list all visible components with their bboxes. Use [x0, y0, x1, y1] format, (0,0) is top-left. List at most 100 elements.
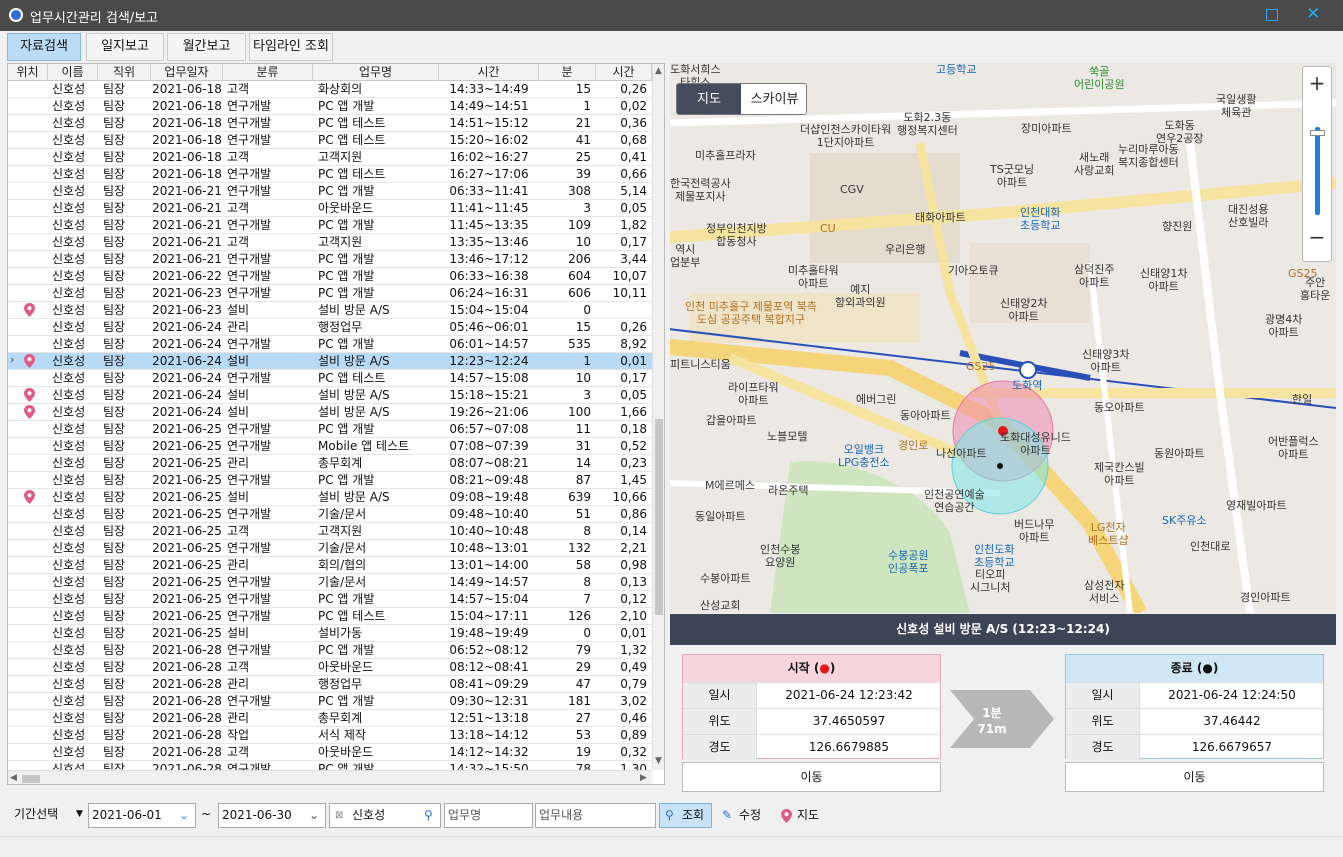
task-name-input[interactable]: 업무명: [444, 803, 533, 828]
table-row[interactable]: 신호성 팀장 2021-06-25 관리 총무회계 08:07~08:21 14 0,23: [8, 455, 652, 472]
map-type-skyview[interactable]: 스카이뷰: [741, 84, 806, 114]
tab-monthly-report[interactable]: 월간보고: [167, 33, 246, 61]
table-row[interactable]: 신호성 팀장 2021-06-18 연구개발 PC 앱 개발 14:49~14:51 1 0,…: [8, 98, 652, 115]
map-button[interactable]: 지도: [774, 803, 828, 828]
table-row[interactable]: 신호성 팀장 2021-06-24 설비 설비 방문 A/S 15:18~15:21 3 0,…: [8, 387, 652, 404]
end-move-button[interactable]: 이동: [1065, 762, 1324, 792]
zoom-out-icon[interactable]: −: [1303, 225, 1331, 249]
table-row[interactable]: 신호성 팀장 2021-06-25 연구개발 PC 앱 테스트 15:04~17:11 12…: [8, 608, 652, 625]
table-row[interactable]: 신호성 팀장 2021-06-24 관리 행정업무 05:46~06:01 15 0,26: [8, 319, 652, 336]
map-poi-label: 신태양2차 아파트: [1000, 297, 1048, 323]
table-row[interactable]: 신호성 팀장 2021-06-23 연구개발 PC 앱 개발 06:24~16:31 606…: [8, 285, 652, 302]
location-pin-icon[interactable]: [24, 354, 35, 368]
table-cell: 2021-06-25: [152, 490, 222, 504]
location-pin-icon[interactable]: [24, 303, 35, 317]
map-type-toggle[interactable]: 지도 스카이뷰: [676, 83, 807, 115]
column-header[interactable]: 직위: [98, 64, 151, 81]
table-row[interactable]: 신호성 팀장 2021-06-28 작업 서식 제작 13:18~14:12 53 0,89: [8, 727, 652, 744]
column-header[interactable]: 위치: [8, 64, 48, 81]
table-row[interactable]: 신호성 팀장 2021-06-25 연구개발 기술/문서 14:49~14:57 8 0,13: [8, 574, 652, 591]
name-search-field[interactable]: ⊠ 신호성 ⚲: [329, 803, 441, 828]
table-row[interactable]: 신호성 팀장 2021-06-25 설비 설비 방문 A/S 09:08~19:48 639…: [8, 489, 652, 506]
column-header[interactable]: 시간: [596, 64, 652, 81]
maximize-button[interactable]: [1266, 9, 1278, 21]
zoom-slider-track[interactable]: [1315, 127, 1320, 215]
vertical-scrollbar[interactable]: ▲ ▼: [652, 64, 664, 770]
clear-icon[interactable]: ⊠: [335, 804, 343, 827]
table-row[interactable]: 신호성 팀장 2021-06-28 연구개발 PC 앱 개발 09:30~12:31 181…: [8, 693, 652, 710]
table-cell: 2021-06-24: [152, 405, 222, 419]
chevron-down-icon[interactable]: ⌄: [309, 804, 319, 827]
column-header[interactable]: 분류: [223, 64, 313, 81]
map-poi-label: 주안 홍타운: [1300, 276, 1331, 302]
date-from-picker[interactable]: 2021-06-01 ⌄: [88, 803, 196, 828]
table-row[interactable]: 신호성 팀장 2021-06-25 설비 설비가동 19:48~19:49 0 0,01: [8, 625, 652, 642]
horizontal-scrollbar[interactable]: ◀ ▶: [8, 770, 652, 784]
table-cell: 639: [568, 490, 591, 504]
location-pin-icon[interactable]: [24, 490, 35, 504]
date-to-picker[interactable]: 2021-06-30 ⌄: [218, 803, 326, 828]
table-row[interactable]: 신호성 팀장 2021-06-25 연구개발 기술/문서 10:48~13:01 132 2,…: [8, 540, 652, 557]
table-cell: 신호성: [52, 558, 86, 572]
table-row[interactable]: 신호성 팀장 2021-06-22 연구개발 PC 앱 개발 06:33~16:38 604…: [8, 268, 652, 285]
table-row[interactable]: 신호성 팀장 2021-06-25 연구개발 기술/문서 09:48~10:40 51 0,8…: [8, 506, 652, 523]
vertical-scroll-thumb[interactable]: [655, 419, 663, 615]
table-row[interactable]: 신호성 팀장 2021-06-28 고객 아웃바운드 08:12~08:41 29 0,49: [8, 659, 652, 676]
column-header[interactable]: 이름: [48, 64, 98, 81]
map-type-map[interactable]: 지도: [677, 84, 741, 114]
table-row[interactable]: 신호성 팀장 2021-06-28 관리 총무회계 12:51~13:18 27 0,46: [8, 710, 652, 727]
search-button[interactable]: ⚲ 조회: [659, 803, 712, 828]
table-row[interactable]: 신호성 팀장 2021-06-25 연구개발 PC 앱 개발 08:21~09:48 87 1…: [8, 472, 652, 489]
table-cell: PC 앱 개발: [318, 269, 375, 283]
table-row[interactable]: › 신호성 팀장 2021-06-24 설비 설비 방문 A/S 12:23~12:24 1 0…: [8, 353, 652, 370]
column-header[interactable]: 업무명: [313, 64, 439, 81]
period-select[interactable]: 기간선택 ▼: [8, 803, 86, 828]
edit-button[interactable]: ✎ 수정: [716, 803, 771, 828]
column-header[interactable]: 시간: [439, 64, 539, 81]
table-row[interactable]: 신호성 팀장 2021-06-25 연구개발 PC 앱 개발 06:57~07:08 11 0…: [8, 421, 652, 438]
table-cell: 설비: [227, 388, 250, 402]
zoom-slider-handle[interactable]: [1310, 130, 1325, 136]
table-row[interactable]: 신호성 팀장 2021-06-25 연구개발 Mobile 앱 테스트 07:08~07:…: [8, 438, 652, 455]
table-row[interactable]: 신호성 팀장 2021-06-24 연구개발 PC 앱 개발 06:01~14:57 535…: [8, 336, 652, 353]
column-header[interactable]: 분: [539, 64, 596, 81]
table-row[interactable]: 신호성 팀장 2021-06-25 고객 고객지원 10:40~10:48 8 0,14: [8, 523, 652, 540]
table-row[interactable]: 신호성 팀장 2021-06-28 고객 아웃바운드 14:12~14:32 19 0,32: [8, 744, 652, 761]
table-row[interactable]: 신호성 팀장 2021-06-18 연구개발 PC 앱 테스트 14:51~15:12 21…: [8, 115, 652, 132]
table-row[interactable]: 신호성 팀장 2021-06-21 연구개발 PC 앱 개발 06:33~11:41 308…: [8, 183, 652, 200]
table-row[interactable]: 신호성 팀장 2021-06-25 관리 회의/협의 13:01~14:00 58 0,98: [8, 557, 652, 574]
table-row[interactable]: 신호성 팀장 2021-06-21 연구개발 PC 앱 개발 11:45~13:35 109…: [8, 217, 652, 234]
table-row[interactable]: 신호성 팀장 2021-06-21 고객 고객지원 13:35~13:46 10 0,17: [8, 234, 652, 251]
table-row[interactable]: 신호성 팀장 2021-06-24 설비 설비 방문 A/S 19:26~21:06 100…: [8, 404, 652, 421]
close-button[interactable]: ✕: [1306, 4, 1320, 24]
table-row[interactable]: 신호성 팀장 2021-06-21 연구개발 PC 앱 개발 13:46~17:12 206…: [8, 251, 652, 268]
column-header[interactable]: 업무일자: [151, 64, 223, 81]
zoom-control[interactable]: + −: [1302, 66, 1332, 262]
table-row[interactable]: 신호성 팀장 2021-06-18 연구개발 PC 앱 테스트 16:27~17:06 39…: [8, 166, 652, 183]
table-cell: 팀장: [103, 626, 126, 640]
search-icon[interactable]: ⚲: [424, 804, 433, 827]
table-cell: 0,41: [620, 150, 647, 164]
table-row[interactable]: 신호성 팀장 2021-06-18 고객 고객지원 16:02~16:27 25 0,41: [8, 149, 652, 166]
map-view[interactable]: 도화서희스 타힐스 고등학교 쑥골 어린이공원 국일생활 체육관 도화2.3동 행정복지…: [670, 63, 1336, 613]
table-row[interactable]: 신호성 팀장 2021-06-18 고객 화상회의 14:33~14:49 15 0,26: [8, 81, 652, 98]
location-pin-icon[interactable]: [24, 405, 35, 419]
tab-data-search[interactable]: 자료검색: [7, 33, 81, 61]
table-row[interactable]: 신호성 팀장 2021-06-24 연구개발 PC 앱 테스트 14:57~15:08 10…: [8, 370, 652, 387]
horizontal-scroll-thumb[interactable]: [22, 775, 40, 783]
start-move-button[interactable]: 이동: [682, 762, 941, 792]
table-row[interactable]: 신호성 팀장 2021-06-23 설비 설비 방문 A/S 15:04~15:04 0: [8, 302, 652, 319]
table-row[interactable]: 신호성 팀장 2021-06-21 고객 아웃바운드 11:41~11:45 3 0,05: [8, 200, 652, 217]
table-row[interactable]: 신호성 팀장 2021-06-25 연구개발 PC 앱 개발 14:57~15:04 7 0,…: [8, 591, 652, 608]
location-pin-icon[interactable]: [24, 388, 35, 402]
table-row[interactable]: 신호성 팀장 2021-06-28 관리 행정업무 08:41~09:29 47 0,79: [8, 676, 652, 693]
table-row[interactable]: 신호성 팀장 2021-06-18 연구개발 PC 앱 테스트 15:20~16:02 41…: [8, 132, 652, 149]
tab-timeline[interactable]: 타임라인 조회: [249, 33, 333, 61]
zoom-in-icon[interactable]: +: [1303, 71, 1331, 95]
table-row[interactable]: 신호성 팀장 2021-06-28 연구개발 PC 앱 개발 06:52~08:12 79 1…: [8, 642, 652, 659]
table-cell: 고객지원: [318, 524, 363, 538]
chevron-down-icon[interactable]: ⌄: [179, 804, 189, 827]
tab-daily-report[interactable]: 일지보고: [86, 33, 164, 61]
task-content-input[interactable]: 업무내용: [535, 803, 656, 828]
table-cell: 신호성: [52, 337, 86, 351]
